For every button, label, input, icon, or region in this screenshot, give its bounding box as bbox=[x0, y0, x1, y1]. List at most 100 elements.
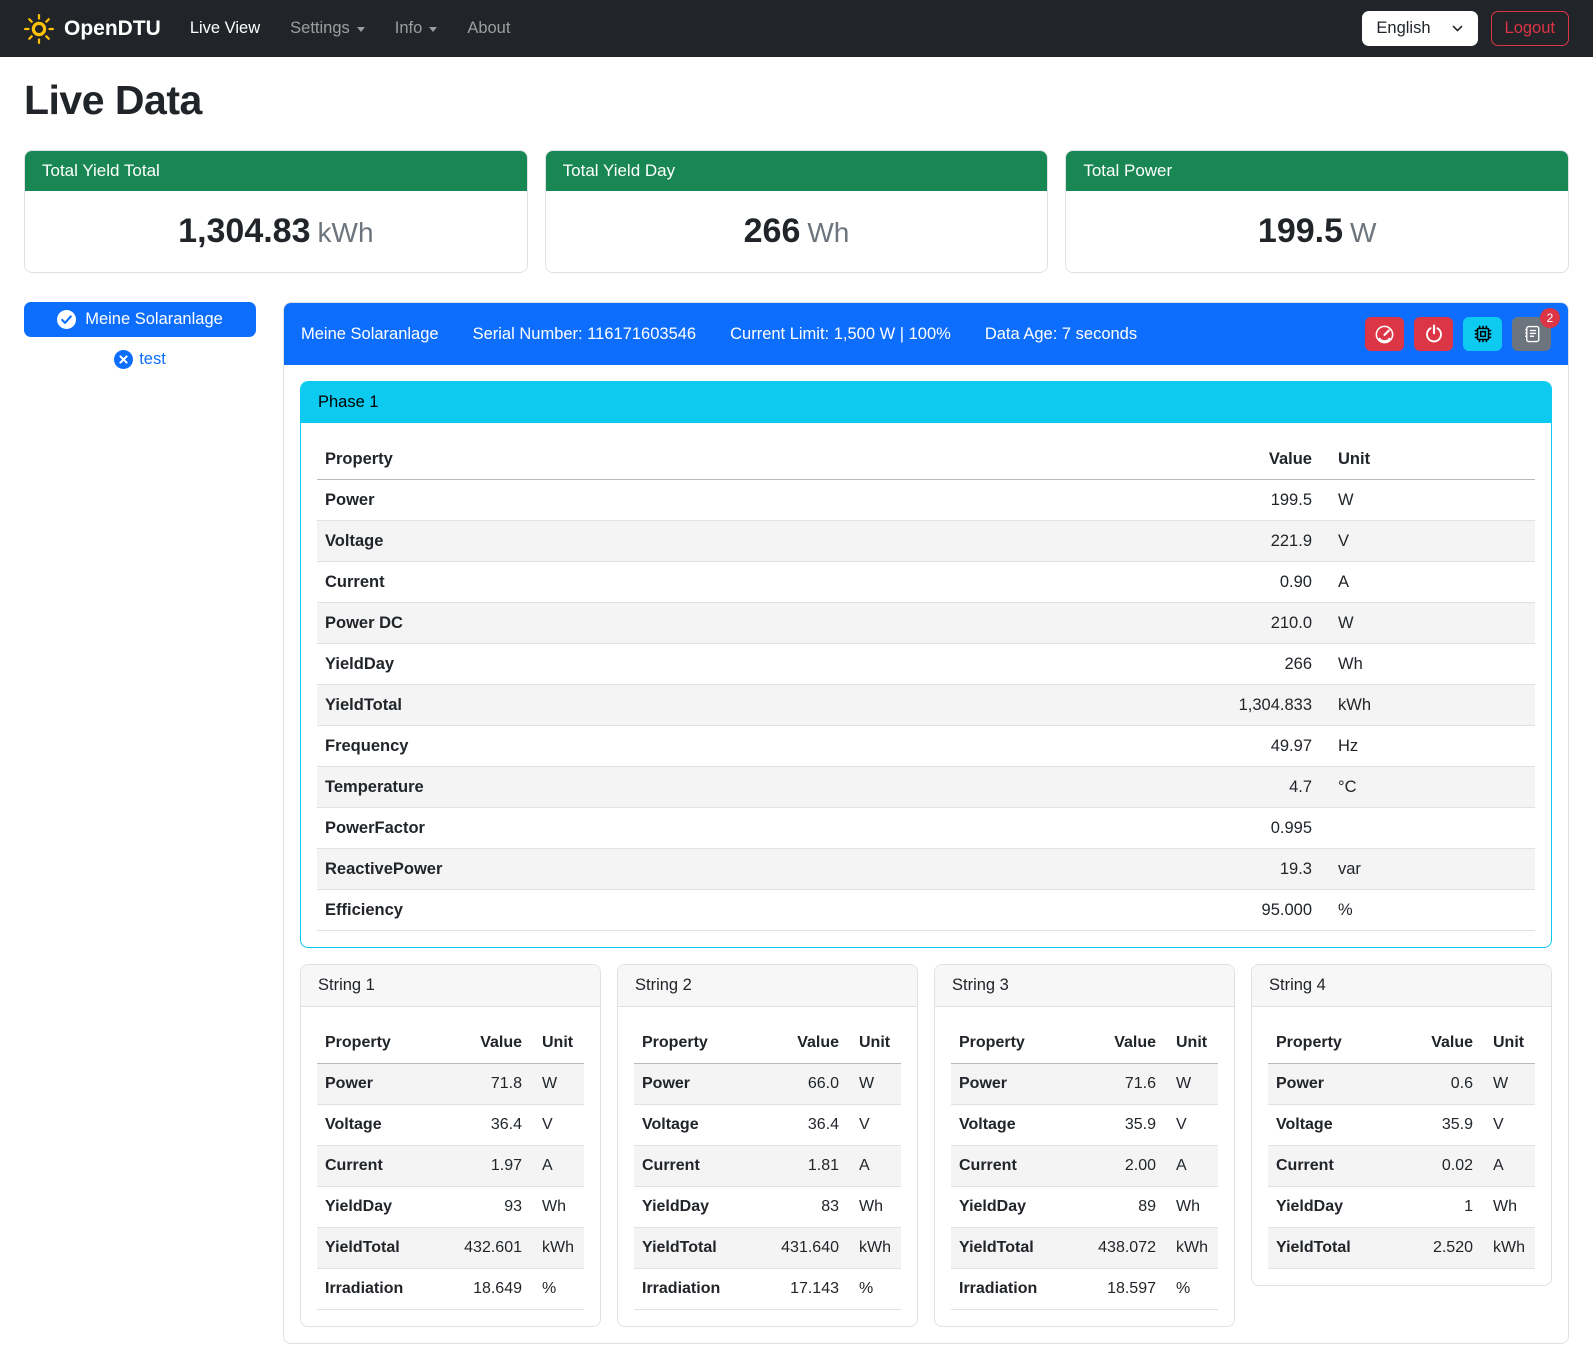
property-cell: YieldTotal bbox=[634, 1228, 753, 1269]
table-row: Irradiation 18.649 % bbox=[317, 1269, 584, 1310]
value-cell: 1,304.833 bbox=[918, 685, 1320, 726]
table-row: YieldTotal 438.072 kWh bbox=[951, 1228, 1218, 1269]
inverter-test-label: test bbox=[139, 350, 166, 369]
phase-title: Phase 1 bbox=[301, 382, 1551, 423]
summary-card-value: 199.5 bbox=[1258, 212, 1343, 250]
nav-item-live-view[interactable]: Live View bbox=[175, 11, 275, 46]
summary-card-total-yield-total: Total Yield Total 1,304.83kWh bbox=[24, 150, 528, 273]
summary-card-value: 266 bbox=[744, 212, 801, 250]
nav-item-about[interactable]: About bbox=[452, 11, 525, 46]
unit-cell: Wh bbox=[1164, 1187, 1218, 1228]
property-cell: YieldTotal bbox=[317, 1228, 436, 1269]
chevron-down-icon bbox=[429, 27, 437, 32]
property-cell: ReactivePower bbox=[317, 849, 918, 890]
value-cell: 0.90 bbox=[918, 562, 1320, 603]
property-cell: Power bbox=[634, 1064, 753, 1105]
table-row: Voltage 35.9 V bbox=[951, 1105, 1218, 1146]
unit-cell: % bbox=[847, 1269, 901, 1310]
inverter-card: Meine Solaranlage Serial Number: 1161716… bbox=[283, 302, 1569, 1344]
table-row: Current 1.81 A bbox=[634, 1146, 901, 1187]
brand-link[interactable]: OpenDTU bbox=[24, 14, 161, 44]
limit-settings-button[interactable] bbox=[1365, 317, 1404, 351]
power-control-button[interactable] bbox=[1414, 317, 1453, 351]
unit-cell: A bbox=[1481, 1146, 1535, 1187]
property-cell: YieldDay bbox=[951, 1187, 1070, 1228]
property-cell: Voltage bbox=[1268, 1105, 1398, 1146]
property-cell: YieldTotal bbox=[1268, 1228, 1398, 1269]
unit-cell: Wh bbox=[847, 1187, 901, 1228]
column-header-property: Property bbox=[1268, 1023, 1398, 1064]
value-cell: 71.8 bbox=[436, 1064, 530, 1105]
string-table: Property Value Unit Power bbox=[1268, 1023, 1535, 1269]
string-table: Property Value Unit Power bbox=[951, 1023, 1218, 1310]
summary-card-title: Total Power bbox=[1066, 151, 1568, 191]
unit-cell: Hz bbox=[1320, 726, 1535, 767]
column-header-unit: Unit bbox=[1164, 1023, 1218, 1064]
logout-button[interactable]: Logout bbox=[1491, 11, 1569, 46]
unit-cell: W bbox=[1481, 1064, 1535, 1105]
unit-cell: V bbox=[530, 1105, 584, 1146]
string-title: String 3 bbox=[935, 965, 1234, 1007]
value-cell: 89 bbox=[1070, 1187, 1164, 1228]
column-header-property: Property bbox=[634, 1023, 753, 1064]
property-cell: YieldDay bbox=[634, 1187, 753, 1228]
table-row: Current 0.02 A bbox=[1268, 1146, 1535, 1187]
unit-cell: % bbox=[1320, 890, 1535, 931]
string-title: String 4 bbox=[1252, 965, 1551, 1007]
value-cell: 83 bbox=[753, 1187, 847, 1228]
property-cell: Voltage bbox=[634, 1105, 753, 1146]
table-row: YieldTotal 1,304.833 kWh bbox=[317, 685, 1535, 726]
table-row: YieldDay 83 Wh bbox=[634, 1187, 901, 1228]
inverter-toolbar: 2 bbox=[1365, 317, 1551, 351]
property-cell: YieldDay bbox=[317, 644, 918, 685]
table-row: Voltage 221.9 V bbox=[317, 521, 1535, 562]
unit-cell: A bbox=[1320, 562, 1535, 603]
column-header-property: Property bbox=[951, 1023, 1070, 1064]
table-row: Power 199.5 W bbox=[317, 480, 1535, 521]
table-row: Frequency 49.97 Hz bbox=[317, 726, 1535, 767]
table-row: Power 71.6 W bbox=[951, 1064, 1218, 1105]
string-title: String 1 bbox=[301, 965, 600, 1007]
table-row: Current 0.90 A bbox=[317, 562, 1535, 603]
column-header-value: Value bbox=[918, 439, 1320, 480]
table-row: PowerFactor 0.995 bbox=[317, 808, 1535, 849]
top-navbar: OpenDTU Live View Settings Info About En… bbox=[0, 0, 1593, 57]
event-log-button[interactable]: 2 bbox=[1512, 317, 1551, 351]
inverter-select-button[interactable]: Meine Solaranlage bbox=[24, 302, 256, 337]
unit-cell: Wh bbox=[530, 1187, 584, 1228]
unit-cell: A bbox=[530, 1146, 584, 1187]
table-row: Voltage 35.9 V bbox=[1268, 1105, 1535, 1146]
property-cell: Current bbox=[951, 1146, 1070, 1187]
device-info-button[interactable] bbox=[1463, 317, 1502, 351]
table-row: Efficiency 95.000 % bbox=[317, 890, 1535, 931]
phase-table: Property Value Unit Power bbox=[317, 439, 1535, 931]
column-header-value: Value bbox=[753, 1023, 847, 1064]
unit-cell: Wh bbox=[1481, 1187, 1535, 1228]
value-cell: 35.9 bbox=[1398, 1105, 1481, 1146]
inverter-test-link[interactable]: test bbox=[24, 350, 256, 369]
nav-item-settings[interactable]: Settings bbox=[275, 11, 380, 46]
nav-item-info[interactable]: Info bbox=[380, 11, 453, 46]
value-cell: 431.640 bbox=[753, 1228, 847, 1269]
language-value: English bbox=[1376, 19, 1430, 38]
sun-icon bbox=[24, 14, 54, 44]
table-row: Current 1.97 A bbox=[317, 1146, 584, 1187]
property-cell: Irradiation bbox=[317, 1269, 436, 1310]
table-row: YieldDay 266 Wh bbox=[317, 644, 1535, 685]
unit-cell: W bbox=[847, 1064, 901, 1105]
value-cell: 2.520 bbox=[1398, 1228, 1481, 1269]
language-select[interactable]: English bbox=[1362, 11, 1477, 46]
table-row: YieldDay 89 Wh bbox=[951, 1187, 1218, 1228]
nav-right: English Logout bbox=[1362, 11, 1569, 46]
column-header-unit: Unit bbox=[530, 1023, 584, 1064]
string-card-4: String 4 Property Value Unit bbox=[1251, 964, 1552, 1286]
unit-cell: Wh bbox=[1320, 644, 1535, 685]
value-cell: 4.7 bbox=[918, 767, 1320, 808]
summary-card-title: Total Yield Day bbox=[546, 151, 1048, 191]
property-cell: Power bbox=[1268, 1064, 1398, 1105]
cpu-icon bbox=[1472, 323, 1494, 345]
property-cell: Voltage bbox=[317, 521, 918, 562]
journal-icon bbox=[1522, 324, 1542, 344]
unit-cell: kWh bbox=[1320, 685, 1535, 726]
unit-cell: A bbox=[1164, 1146, 1218, 1187]
